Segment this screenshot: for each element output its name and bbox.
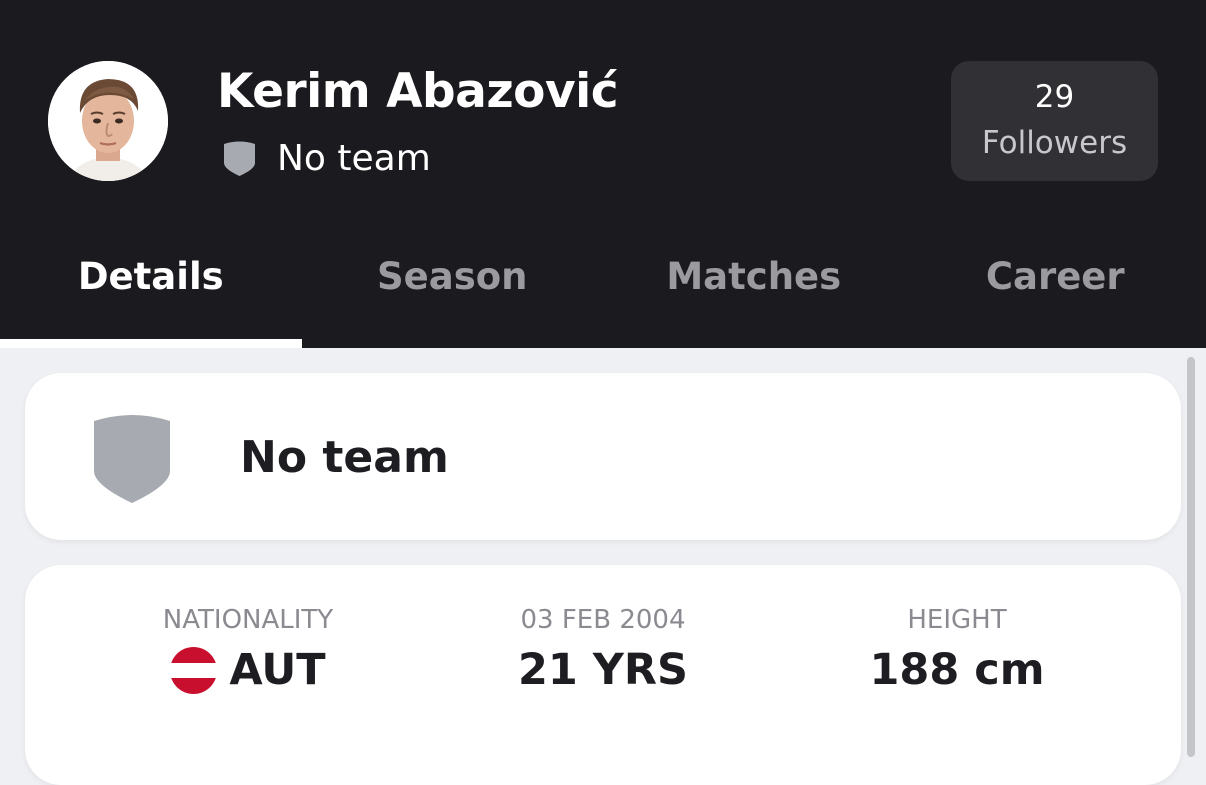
nationality-value-row: AUT bbox=[68, 645, 428, 695]
nationality-value: AUT bbox=[229, 645, 325, 695]
nationality-caption: NATIONALITY bbox=[68, 605, 428, 635]
team-card-name: No team bbox=[240, 432, 449, 483]
player-header: Kerim Abazović No team 29 Followers Deta… bbox=[0, 0, 1206, 348]
profile-tabs: Details Season Matches Career bbox=[0, 240, 1206, 348]
followers-button[interactable]: 29 Followers bbox=[951, 61, 1158, 181]
tab-season[interactable]: Season bbox=[302, 240, 604, 348]
height-caption: HEIGHT bbox=[777, 605, 1137, 635]
shield-icon bbox=[222, 139, 257, 177]
tab-details[interactable]: Details bbox=[0, 240, 302, 348]
height-block: HEIGHT 188 cm bbox=[777, 605, 1137, 695]
age-block: 03 FEB 2004 21 YRS bbox=[423, 605, 783, 695]
nationality-block: NATIONALITY AUT bbox=[68, 605, 428, 695]
age-value: 21 YRS bbox=[423, 645, 783, 695]
followers-count: 29 bbox=[951, 79, 1158, 115]
player-avatar bbox=[48, 61, 168, 181]
shield-icon bbox=[93, 411, 171, 503]
austria-flag-icon bbox=[170, 647, 217, 694]
height-value: 188 cm bbox=[777, 645, 1137, 695]
tab-career[interactable]: Career bbox=[905, 240, 1206, 348]
player-name: Kerim Abazović bbox=[217, 64, 618, 119]
tab-matches[interactable]: Matches bbox=[603, 240, 905, 348]
followers-label: Followers bbox=[951, 125, 1158, 161]
birthdate-caption: 03 FEB 2004 bbox=[423, 605, 783, 635]
player-team-label: No team bbox=[277, 138, 431, 179]
team-card[interactable]: No team bbox=[25, 373, 1181, 540]
scrollbar[interactable] bbox=[1187, 357, 1195, 757]
player-photo bbox=[48, 61, 168, 181]
player-info-card: NATIONALITY AUT 03 FEB 2004 21 YRS HEIGH… bbox=[25, 565, 1181, 785]
player-team-line[interactable]: No team bbox=[222, 136, 431, 180]
